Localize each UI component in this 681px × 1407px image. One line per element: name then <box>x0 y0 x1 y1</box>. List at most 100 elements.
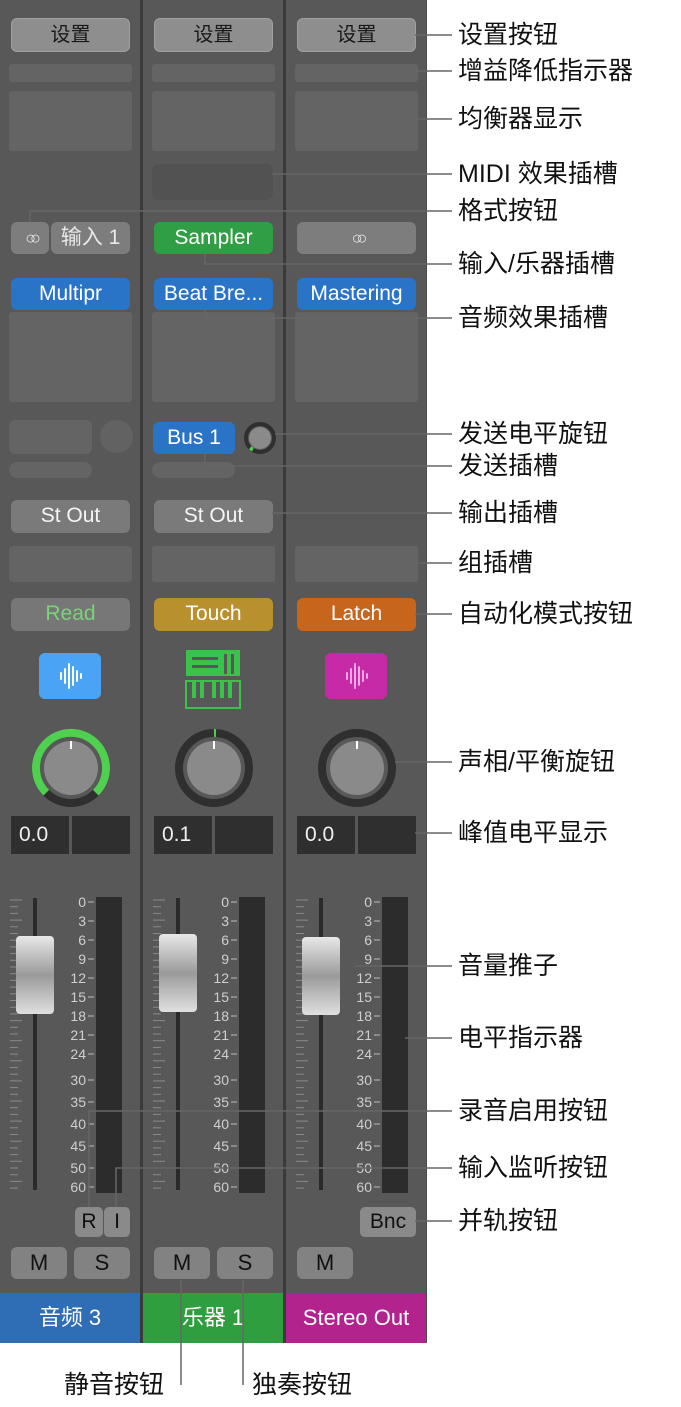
record-enable-button[interactable]: R <box>75 1207 103 1237</box>
meter-scale-label: 30 <box>213 1072 229 1088</box>
volume-fader[interactable] <box>302 937 340 1015</box>
format-button[interactable]: ○○ <box>11 222 49 254</box>
format-button[interactable]: ○○ <box>297 222 416 254</box>
automation-mode-button[interactable]: Read <box>11 598 130 631</box>
eq-display[interactable] <box>295 91 418 151</box>
meter-scale-label: 45 <box>70 1138 86 1154</box>
automation-mode-button[interactable]: Touch <box>154 598 273 631</box>
group-slot[interactable] <box>9 546 132 582</box>
peak-level-display <box>215 816 273 854</box>
meter-scale-label: 6 <box>221 932 229 948</box>
meter-scale-label: 3 <box>364 913 372 929</box>
track-name-bar[interactable]: 音频 3 <box>0 1293 140 1343</box>
peak-level-display <box>72 816 130 854</box>
mixer-window: 设置 ○○ 输入 1 Multipr St Out Read 0.0 0 3 6… <box>0 0 427 1343</box>
settings-button[interactable]: 设置 <box>11 18 130 52</box>
send-slot-2[interactable] <box>9 462 92 478</box>
send-slot-2[interactable] <box>152 462 235 478</box>
callout-automation-mode: 自动化模式按钮 <box>458 600 634 628</box>
audio-fx-slot[interactable]: Mastering <box>297 278 416 310</box>
pan-knob[interactable] <box>28 725 114 811</box>
meter-scale-label: 15 <box>356 989 372 1005</box>
meter-scale-label: 3 <box>221 913 229 929</box>
callout-group-slot: 组插槽 <box>458 549 534 577</box>
audio-fx-slot[interactable]: Multipr <box>11 278 130 310</box>
callout-solo-button: 独奏按钮 <box>252 1371 353 1399</box>
midi-fx-slot[interactable] <box>152 164 273 200</box>
meter-scale-label: 35 <box>70 1094 86 1110</box>
settings-button[interactable]: 设置 <box>154 18 273 52</box>
settings-button[interactable]: 设置 <box>297 18 416 52</box>
waveform-icon[interactable] <box>325 653 387 699</box>
keyboard-icon[interactable] <box>184 648 242 710</box>
level-meter <box>382 897 408 1193</box>
bounce-button[interactable]: Bnc <box>360 1207 416 1237</box>
input-slot[interactable]: 输入 1 <box>51 222 130 254</box>
meter-scale-label: 50 <box>356 1160 372 1176</box>
audio-fx-empty-area[interactable] <box>9 312 132 402</box>
instrument-slot[interactable]: Sampler <box>154 222 273 254</box>
meter-scale-label: 3 <box>78 913 86 929</box>
meter-scale-label: 45 <box>213 1138 229 1154</box>
meter-scale-label: 50 <box>213 1160 229 1176</box>
pan-knob[interactable] <box>171 725 257 811</box>
callout-volume-fader: 音量推子 <box>458 952 559 980</box>
waveform-icon[interactable] <box>39 653 101 699</box>
peak-level-display <box>358 816 416 854</box>
channel-strip-instrument-1: 设置 Sampler Beat Bre... Bus 1 St Out Touc… <box>143 0 283 1343</box>
eq-display[interactable] <box>152 91 275 151</box>
solo-button[interactable]: S <box>217 1247 273 1279</box>
meter-scale-label: 0 <box>221 894 229 910</box>
audio-fx-empty-area[interactable] <box>295 312 418 402</box>
eq-display[interactable] <box>9 91 132 151</box>
pan-value-display: 0.0 <box>297 816 355 854</box>
level-meter <box>96 897 122 1193</box>
group-slot[interactable] <box>295 546 418 582</box>
callout-input-monitor: 输入监听按钮 <box>458 1154 609 1182</box>
callout-settings-button: 设置按钮 <box>458 21 559 49</box>
meter-scale-label: 60 <box>70 1179 86 1195</box>
meter-scale-label: 9 <box>221 951 229 967</box>
meter-scale-label: 30 <box>356 1072 372 1088</box>
send-level-knob[interactable] <box>243 421 277 455</box>
output-slot[interactable]: St Out <box>154 500 273 533</box>
mute-button[interactable]: M <box>297 1247 353 1279</box>
volume-fader[interactable] <box>16 936 54 1014</box>
callout-audio-fx-slot: 音频效果插槽 <box>458 304 609 332</box>
pan-knob[interactable] <box>314 725 400 811</box>
track-name-bar[interactable]: Stereo Out <box>286 1293 426 1343</box>
audio-fx-slot[interactable]: Beat Bre... <box>154 278 273 310</box>
pan-value-display: 0.0 <box>11 816 69 854</box>
send-slot[interactable]: Bus 1 <box>153 422 235 454</box>
group-slot[interactable] <box>152 546 275 582</box>
meter-scale-label: 18 <box>213 1008 229 1024</box>
solo-button[interactable]: S <box>74 1247 130 1279</box>
gain-reduction-meter <box>9 64 132 82</box>
gain-reduction-meter <box>152 64 275 82</box>
automation-mode-button[interactable]: Latch <box>297 598 416 631</box>
input-monitor-button[interactable]: I <box>104 1207 130 1237</box>
send-slot[interactable] <box>9 420 92 454</box>
level-meter <box>239 897 265 1193</box>
meter-scale-label: 12 <box>70 970 86 986</box>
meter-scale-label: 24 <box>356 1046 372 1062</box>
output-slot[interactable]: St Out <box>11 500 130 533</box>
callout-bounce-button: 并轨按钮 <box>458 1207 559 1235</box>
track-name-bar[interactable]: 乐器 1 <box>143 1293 283 1343</box>
meter-scale-label: 6 <box>364 932 372 948</box>
meter-scale-label: 21 <box>213 1027 229 1043</box>
meter-scale-label: 35 <box>213 1094 229 1110</box>
callout-input-instrument-slot: 输入/乐器插槽 <box>458 250 615 278</box>
audio-fx-empty-area[interactable] <box>152 312 275 402</box>
send-level-knob[interactable] <box>100 420 133 453</box>
callout-gain-reduction: 增益降低指示器 <box>458 57 634 85</box>
mute-button[interactable]: M <box>154 1247 210 1279</box>
mute-button[interactable]: M <box>11 1247 67 1279</box>
meter-scale-label: 50 <box>70 1160 86 1176</box>
meter-scale-label: 9 <box>78 951 86 967</box>
meter-scale-label: 21 <box>356 1027 372 1043</box>
pan-value-display: 0.1 <box>154 816 212 854</box>
meter-scale-label: 35 <box>356 1094 372 1110</box>
volume-fader[interactable] <box>159 934 197 1012</box>
meter-scale-label: 18 <box>356 1008 372 1024</box>
